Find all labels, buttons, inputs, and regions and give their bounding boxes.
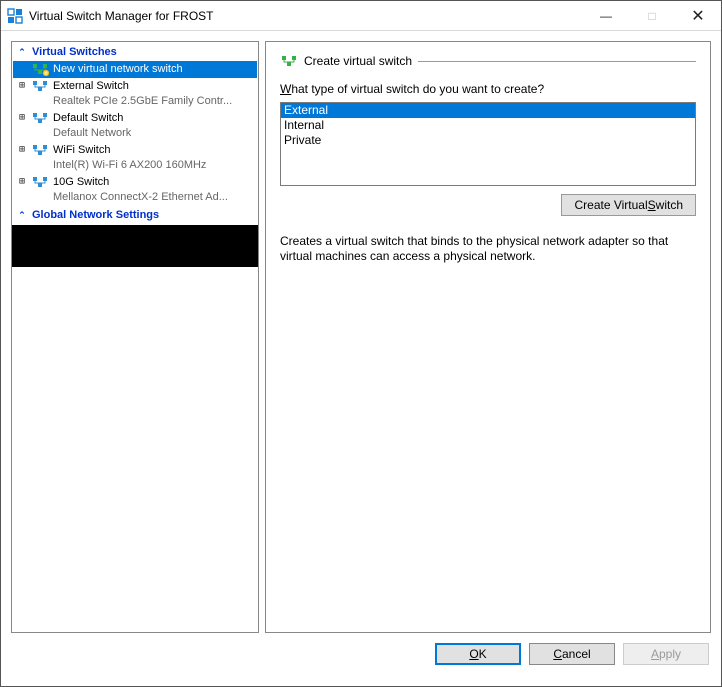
tree-header-label: Virtual Switches <box>32 46 117 58</box>
tree-item-label: External Switch <box>53 79 232 94</box>
create-virtual-switch-button[interactable]: Create Virtual Switch <box>561 194 696 216</box>
tree-item-external-switch[interactable]: ⊞ External Switch Realtek PCIe 2.5GbE Fa… <box>13 78 257 110</box>
close-button[interactable]: ✕ <box>675 1 721 30</box>
tree-item-10g-switch[interactable]: ⊞ 10G Switch Mellanox ConnectX-2 Etherne… <box>13 174 257 206</box>
tree-header-label: Global Network Settings <box>32 209 159 221</box>
divider <box>418 61 696 62</box>
collapse-icon: ⌃ <box>17 47 27 58</box>
switch-icon <box>31 79 49 93</box>
maximize-button: □ <box>629 1 675 30</box>
tree-item-label: New virtual network switch <box>53 62 183 77</box>
switch-type-option-external[interactable]: External <box>281 103 695 118</box>
create-switch-icon <box>280 54 298 68</box>
tree-item-sublabel: Mellanox ConnectX-2 Ethernet Ad... <box>53 190 228 205</box>
window-title: Virtual Switch Manager for FROST <box>29 9 583 23</box>
titlebar: Virtual Switch Manager for FROST — □ ✕ <box>1 1 721 31</box>
tree-item-label: Default Switch <box>53 111 131 126</box>
app-icon <box>7 8 23 24</box>
create-button-row: Create Virtual Switch <box>280 194 696 216</box>
dialog-body: ⌃ Virtual Switches + New virtual network… <box>1 31 721 643</box>
minimize-button[interactable]: — <box>583 1 629 30</box>
expand-icon[interactable]: ⊞ <box>17 175 27 189</box>
tree-item-sublabel: Default Network <box>53 126 131 141</box>
tree-item-sublabel: Realtek PCIe 2.5GbE Family Contr... <box>53 94 232 109</box>
cancel-button[interactable]: Cancel <box>529 643 615 665</box>
switch-icon <box>31 175 49 189</box>
expand-icon[interactable]: ⊞ <box>17 111 27 125</box>
left-tree-panel: ⌃ Virtual Switches + New virtual network… <box>11 41 259 633</box>
switch-type-prompt: What type of virtual switch do you want … <box>280 82 696 96</box>
dialog-footer: OK Cancel Apply <box>1 643 721 677</box>
tree-header-virtual-switches[interactable]: ⌃ Virtual Switches <box>13 43 257 61</box>
switch-type-option-internal[interactable]: Internal <box>281 118 695 133</box>
switch-icon <box>31 111 49 125</box>
switch-type-option-private[interactable]: Private <box>281 133 695 148</box>
tree-item-label: WiFi Switch <box>53 143 206 158</box>
window-controls: — □ ✕ <box>583 1 721 30</box>
switch-type-description: Creates a virtual switch that binds to t… <box>280 234 696 264</box>
tree-item-sublabel: Intel(R) Wi-Fi 6 AX200 160MHz <box>53 158 206 173</box>
expand-icon[interactable]: ⊞ <box>17 79 27 93</box>
right-content-panel: Create virtual switch What type of virtu… <box>265 41 711 633</box>
redacted-block <box>12 225 258 267</box>
new-switch-icon <box>31 62 49 76</box>
expander-placeholder: + <box>17 62 27 76</box>
tree-header-global-settings[interactable]: ⌃ Global Network Settings <box>13 206 257 224</box>
section-header: Create virtual switch <box>280 54 696 68</box>
section-title: Create virtual switch <box>304 54 412 68</box>
apply-button: Apply <box>623 643 709 665</box>
expand-icon[interactable]: ⊞ <box>17 143 27 157</box>
switch-icon <box>31 143 49 157</box>
tree-item-label: 10G Switch <box>53 175 228 190</box>
tree-item-wifi-switch[interactable]: ⊞ WiFi Switch Intel(R) Wi-Fi 6 AX200 160… <box>13 142 257 174</box>
tree-item-new-virtual-switch[interactable]: + New virtual network switch <box>13 61 257 78</box>
tree-item-default-switch[interactable]: ⊞ Default Switch Default Network <box>13 110 257 142</box>
switch-type-listbox[interactable]: External Internal Private <box>280 102 696 186</box>
collapse-icon: ⌃ <box>17 210 27 221</box>
ok-button[interactable]: OK <box>435 643 521 665</box>
